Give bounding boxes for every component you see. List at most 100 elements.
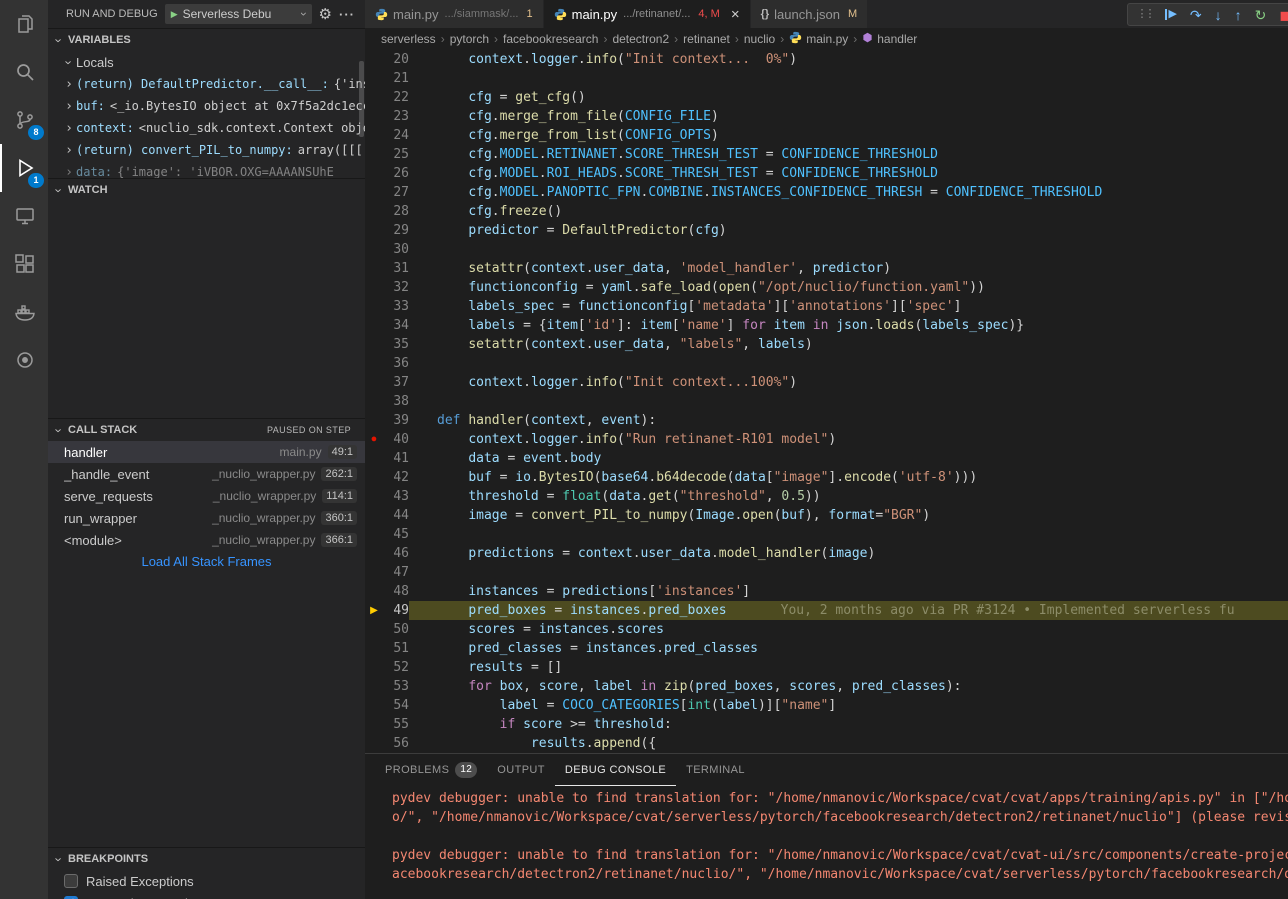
variable-row[interactable]: ›(return) DefaultPredictor.__call__:{'in… — [48, 73, 365, 95]
stack-frame-row[interactable]: _handle_event_nuclio_wrapper.py262:1 — [48, 463, 365, 485]
line-number: 29 — [383, 221, 409, 240]
variable-row[interactable]: ›(return) convert_PIL_to_numpy:array([[[… — [48, 139, 365, 161]
code-line[interactable]: 26 cfg.MODEL.ROI_HEADS.SCORE_THRESH_TEST… — [365, 164, 1288, 183]
run-and-debug-icon[interactable]: 1 — [0, 144, 48, 192]
code-line[interactable]: 20 context.logger.info("Init context... … — [365, 50, 1288, 69]
breadcrumb-item[interactable]: facebookresearch — [503, 32, 598, 46]
code-line[interactable]: 34 labels = {item['id']: item['name'] fo… — [365, 316, 1288, 335]
debug-badge: 1 — [28, 173, 44, 188]
continue-icon[interactable]: ▶ — [1165, 9, 1176, 20]
step-out-icon[interactable]: ↑ — [1235, 8, 1242, 22]
line-number: 34 — [383, 316, 409, 335]
code-line[interactable]: 45 — [365, 525, 1288, 544]
code-text — [409, 392, 1288, 411]
editor-tab[interactable]: main.py.../siammask/...1 — [365, 0, 544, 28]
code-line[interactable]: 21 — [365, 69, 1288, 88]
panel-tab[interactable]: OUTPUT — [487, 754, 555, 786]
code-line[interactable]: 44 image = convert_PIL_to_numpy(Image.op… — [365, 506, 1288, 525]
code-line[interactable]: 53 for box, score, label in zip(pred_box… — [365, 677, 1288, 696]
stack-frame-row[interactable]: serve_requests_nuclio_wrapper.py114:1 — [48, 485, 365, 507]
breadcrumb-item[interactable]: nuclio — [744, 32, 775, 46]
code-line[interactable]: 23 cfg.merge_from_file(CONFIG_FILE) — [365, 107, 1288, 126]
stop-icon[interactable]: ◼ — [1279, 8, 1288, 22]
code-line[interactable]: 39def handler(context, event): — [365, 411, 1288, 430]
code-line[interactable]: 31 setattr(context.user_data, 'model_han… — [365, 259, 1288, 278]
breadcrumb-item[interactable]: detectron2 — [612, 32, 669, 46]
variable-row[interactable]: ›data:{'image': 'iVBOR.OXG=AAAANSUhE — [48, 161, 365, 178]
code-line[interactable]: 38 — [365, 392, 1288, 411]
code-line[interactable]: 41 data = event.body — [365, 449, 1288, 468]
remote-explorer-icon[interactable] — [0, 192, 48, 240]
breadcrumb-item[interactable]: retinanet — [683, 32, 730, 46]
stack-frame-row[interactable]: run_wrapper_nuclio_wrapper.py360:1 — [48, 507, 365, 529]
code-line[interactable]: 54 label = COCO_CATEGORIES[int(label)]["… — [365, 696, 1288, 715]
restart-icon[interactable]: ↻ — [1255, 8, 1267, 22]
breakpoint-icon[interactable]: ● — [365, 430, 383, 449]
code-line[interactable]: 43 threshold = float(data.get("threshold… — [365, 487, 1288, 506]
breakpoint-row[interactable]: ✓Uncaught Exceptions — [48, 892, 365, 899]
extensions-icon[interactable] — [0, 240, 48, 288]
more-actions-icon[interactable]: ··· — [339, 7, 355, 22]
code-line[interactable]: 37 context.logger.info("Init context...1… — [365, 373, 1288, 392]
code-line[interactable]: 35 setattr(context.user_data, "labels", … — [365, 335, 1288, 354]
current-line-arrow-icon[interactable]: ▶ — [365, 601, 383, 620]
code-line[interactable]: ●40 context.logger.info("Run retinanet-R… — [365, 430, 1288, 449]
code-line[interactable]: 22 cfg = get_cfg() — [365, 88, 1288, 107]
code-line[interactable]: 52 results = [] — [365, 658, 1288, 677]
debug-console-output[interactable]: pydev debugger: unable to find translati… — [365, 786, 1288, 899]
start-debugging-icon[interactable]: ▶ — [171, 9, 178, 20]
debug-config-dropdown[interactable]: ▶ Serverless Debu › — [165, 4, 312, 24]
variable-row[interactable]: ›context:<nuclio_sdk.context.Context obj… — [48, 117, 365, 139]
code-line[interactable]: 51 pred_classes = instances.pred_classes — [365, 639, 1288, 658]
code-line[interactable]: 30 — [365, 240, 1288, 259]
call-stack-section-header[interactable]: › CALL STACK PAUSED ON STEP — [48, 419, 365, 441]
panel-tab[interactable]: TERMINAL — [676, 754, 755, 786]
variables-scrollbar[interactable] — [359, 61, 364, 137]
code-line[interactable]: 32 functionconfig = yaml.safe_load(open(… — [365, 278, 1288, 297]
variable-row[interactable]: ›buf:<_io.BytesIO object at 0x7f5a2dc1ec… — [48, 95, 365, 117]
code-line[interactable]: 48 instances = predictions['instances'] — [365, 582, 1288, 601]
connections-icon[interactable] — [0, 336, 48, 384]
code-line[interactable]: 42 buf = io.BytesIO(base64.b64decode(dat… — [365, 468, 1288, 487]
checkbox[interactable] — [64, 874, 78, 888]
panel-tab[interactable]: PROBLEMS12 — [375, 754, 487, 786]
variables-section-header[interactable]: › VARIABLES — [48, 29, 365, 51]
code-editor[interactable]: 20 context.logger.info("Init context... … — [365, 50, 1288, 753]
breadcrumb-item[interactable]: pytorch — [450, 32, 489, 46]
breadcrumb-item[interactable]: serverless — [381, 32, 436, 46]
code-line[interactable]: 55 if score >= threshold: — [365, 715, 1288, 734]
breadcrumb-item[interactable]: main.py — [789, 31, 848, 47]
explorer-icon[interactable] — [0, 0, 48, 48]
search-icon[interactable] — [0, 48, 48, 96]
stack-frame-row[interactable]: handlermain.py49:1 — [48, 441, 365, 463]
editor-tab[interactable]: main.py.../retinanet/...4, M× — [544, 0, 751, 28]
breakpoint-row[interactable]: Raised Exceptions — [48, 870, 365, 892]
code-line[interactable]: 47 — [365, 563, 1288, 582]
locals-scope-row[interactable]: ›Locals — [48, 51, 365, 73]
code-line[interactable]: 56 results.append({ — [365, 734, 1288, 753]
code-line[interactable]: ▶49 pred_boxes = instances.pred_boxesYou… — [365, 601, 1288, 620]
code-line[interactable]: 36 — [365, 354, 1288, 373]
code-line[interactable]: 50 scores = instances.scores — [365, 620, 1288, 639]
stack-frame-row[interactable]: <module>_nuclio_wrapper.py366:1 — [48, 529, 365, 551]
code-line[interactable]: 25 cfg.MODEL.RETINANET.SCORE_THRESH_TEST… — [365, 145, 1288, 164]
code-line[interactable]: 27 cfg.MODEL.PANOPTIC_FPN.COMBINE.INSTAN… — [365, 183, 1288, 202]
code-line[interactable]: 24 cfg.merge_from_list(CONFIG_OPTS) — [365, 126, 1288, 145]
docker-icon[interactable] — [0, 288, 48, 336]
step-over-icon[interactable]: ↷ — [1190, 8, 1202, 22]
breadcrumb-item[interactable]: handler — [862, 32, 917, 46]
watch-section-header[interactable]: › WATCH — [48, 179, 365, 201]
close-icon[interactable]: × — [731, 7, 740, 22]
source-control-icon[interactable]: 8 — [0, 96, 48, 144]
code-line[interactable]: 46 predictions = context.user_data.model… — [365, 544, 1288, 563]
editor-tab[interactable]: {}launch.jsonM — [751, 0, 869, 28]
panel-tab[interactable]: DEBUG CONSOLE — [555, 754, 676, 786]
gear-icon[interactable]: ⚙ — [319, 5, 332, 23]
code-line[interactable]: 33 labels_spec = functionconfig['metadat… — [365, 297, 1288, 316]
code-line[interactable]: 28 cfg.freeze() — [365, 202, 1288, 221]
breakpoints-section-header[interactable]: › BREAKPOINTS — [48, 848, 365, 870]
code-line[interactable]: 29 predictor = DefaultPredictor(cfg) — [365, 221, 1288, 240]
step-into-icon[interactable]: ↓ — [1215, 8, 1222, 22]
toolbar-drag-handle-icon[interactable]: ⋮⋮ — [1136, 9, 1152, 20]
load-all-stack-frames-link[interactable]: Load All Stack Frames — [48, 551, 365, 573]
